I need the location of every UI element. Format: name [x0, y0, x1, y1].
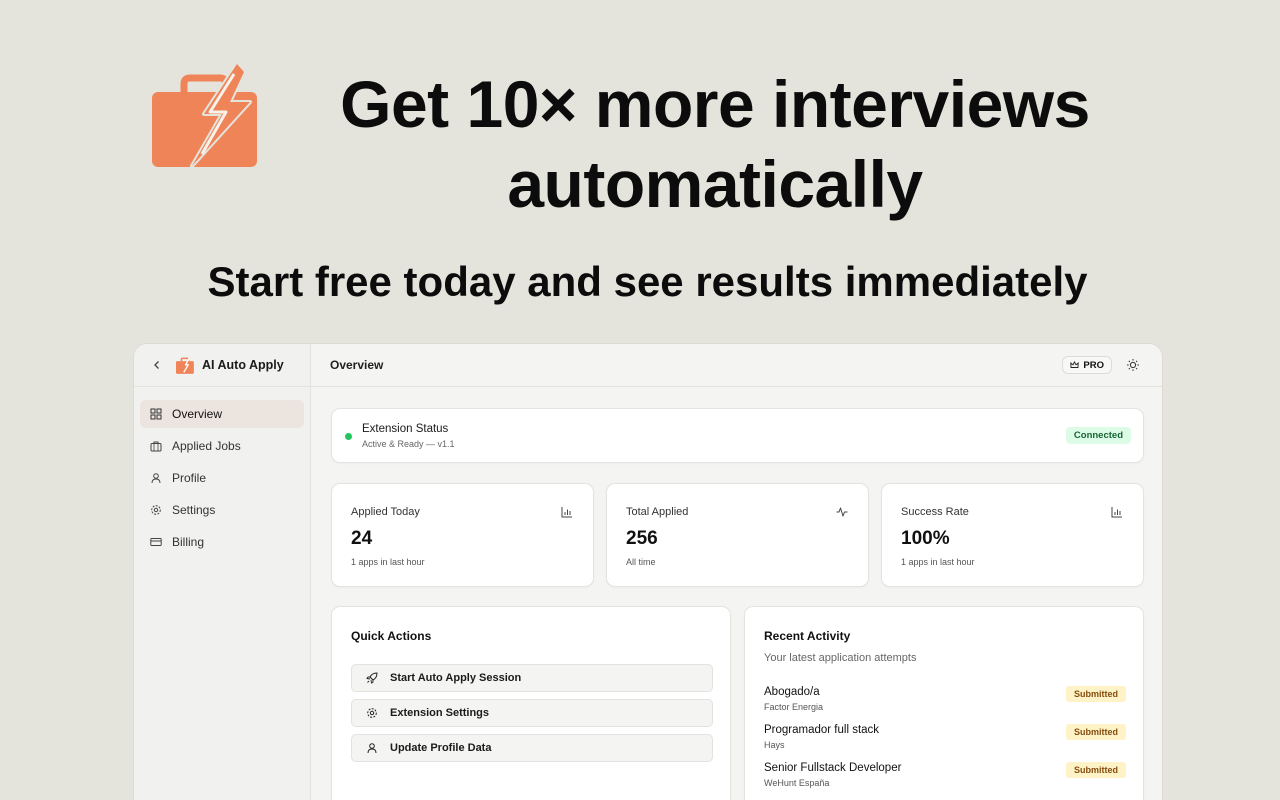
sidebar-item-profile[interactable]: Profile [140, 464, 304, 492]
status-indicator [345, 433, 352, 440]
bar-chart-icon [1111, 507, 1122, 518]
panel-subtitle: Your latest application attempts [764, 652, 917, 664]
stat-note: 1 apps in last hour [901, 557, 975, 567]
briefcase-lightning-icon [152, 62, 257, 168]
stat-value: 100% [901, 528, 950, 549]
sidebar-item-applied-jobs[interactable]: Applied Jobs [140, 432, 304, 460]
sidebar-header: AI Auto Apply [134, 344, 310, 387]
stat-note: All time [626, 557, 656, 567]
start-auto-apply-button[interactable]: Start Auto Apply Session [351, 664, 713, 692]
hero-title: Get 10× more interviews automatically [340, 67, 1090, 221]
activity-title: Abogado/a [764, 686, 820, 698]
extension-settings-button[interactable]: Extension Settings [351, 699, 713, 727]
activity-company: Factor Energia [764, 702, 824, 712]
extension-status-card: Extension Status Active & Ready — v1.1 C… [331, 408, 1144, 463]
sidebar-item-label: Applied Jobs [172, 439, 241, 453]
button-label: Extension Settings [390, 707, 490, 719]
bar-chart-icon [561, 507, 572, 518]
brand-logo-icon [176, 357, 194, 374]
topbar: Overview PRO [311, 344, 1162, 387]
list-item[interactable]: Programador full stack Hays Submitted [764, 724, 1126, 756]
activity-icon [836, 507, 848, 517]
app-window: AI Auto Apply Overview Applied Jobs Prof… [133, 343, 1163, 800]
button-label: Start Auto Apply Session [390, 672, 522, 684]
briefcase-icon [150, 440, 162, 452]
gear-icon [367, 708, 377, 718]
panel-title: Recent Activity [764, 629, 851, 643]
sidebar: AI Auto Apply Overview Applied Jobs Prof… [134, 344, 311, 800]
button-label: Update Profile Data [390, 742, 492, 754]
gear-icon [150, 504, 162, 516]
user-icon [367, 743, 377, 754]
main-content: Overview PRO Extension Status Active & R… [311, 344, 1162, 800]
stat-card-total-applied: Total Applied 256 All time [606, 483, 869, 587]
sidebar-item-billing[interactable]: Billing [140, 528, 304, 556]
recent-activity-panel: Recent Activity Your latest application … [744, 606, 1144, 800]
status-title: Extension Status [362, 423, 449, 435]
sun-icon[interactable] [1126, 358, 1140, 372]
sidebar-item-label: Settings [172, 503, 216, 517]
grid-icon [150, 408, 162, 420]
stat-label: Success Rate [901, 506, 969, 518]
sidebar-item-overview[interactable]: Overview [140, 400, 304, 428]
status-subtitle: Active & Ready — v1.1 [362, 439, 455, 449]
sidebar-nav: Overview Applied Jobs Profile Settings B… [134, 387, 310, 556]
activity-company: WeHunt España [764, 778, 830, 788]
stat-value: 24 [351, 528, 373, 549]
stat-value: 256 [626, 528, 658, 549]
activity-company: Hays [764, 740, 785, 750]
sidebar-item-label: Billing [172, 535, 205, 549]
update-profile-button[interactable]: Update Profile Data [351, 734, 713, 762]
hero-subtitle: Start free today and see results immedia… [207, 258, 1088, 305]
status-badge: Submitted [1066, 686, 1126, 702]
list-item[interactable]: Abogado/a Factor Energia Submitted [764, 686, 1126, 718]
status-badge: Submitted [1066, 724, 1126, 740]
activity-title: Programador full stack [764, 724, 880, 736]
brand-name: AI Auto Apply [202, 358, 284, 372]
crown-icon [1070, 361, 1080, 368]
sidebar-item-label: Profile [172, 471, 207, 485]
status-badge: Submitted [1066, 762, 1126, 778]
chevron-left-icon[interactable] [152, 357, 170, 373]
quick-actions-panel: Quick Actions Start Auto Apply Session E… [331, 606, 731, 800]
panel-title: Quick Actions [351, 629, 432, 643]
list-item[interactable]: Senior Fullstack Developer WeHunt España… [764, 762, 1126, 794]
page-title: Overview [330, 358, 384, 372]
user-icon [150, 472, 162, 484]
pro-badge[interactable]: PRO [1062, 356, 1112, 374]
credit-card-icon [150, 536, 162, 548]
stat-card-applied-today: Applied Today 24 1 apps in last hour [331, 483, 594, 587]
sidebar-item-settings[interactable]: Settings [140, 496, 304, 524]
stat-card-success-rate: Success Rate 100% 1 apps in last hour [881, 483, 1144, 587]
stat-label: Total Applied [626, 506, 689, 518]
sidebar-item-label: Overview [172, 407, 223, 421]
pro-label: PRO [1083, 359, 1104, 371]
stat-label: Applied Today [351, 506, 420, 518]
rocket-icon [366, 672, 378, 684]
stat-note: 1 apps in last hour [351, 557, 425, 567]
connected-badge: Connected [1065, 427, 1131, 444]
activity-title: Senior Fullstack Developer [764, 762, 902, 774]
